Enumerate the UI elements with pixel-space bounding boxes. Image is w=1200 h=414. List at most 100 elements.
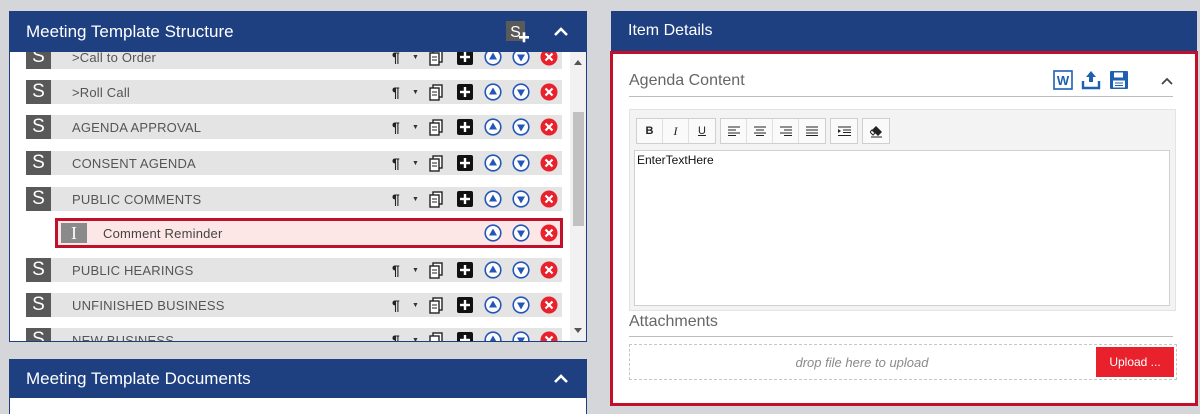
section-row-roll-call[interactable]: S >Roll Call ¶ ▼ bbox=[26, 80, 562, 104]
add-item-icon[interactable] bbox=[456, 190, 474, 208]
move-down-icon[interactable] bbox=[512, 296, 530, 314]
copy-icon[interactable] bbox=[428, 52, 446, 66]
move-down-icon[interactable] bbox=[512, 261, 530, 279]
align-left-button[interactable] bbox=[721, 119, 747, 143]
move-down-icon[interactable] bbox=[512, 52, 530, 66]
delete-icon[interactable] bbox=[540, 83, 558, 101]
add-item-icon[interactable] bbox=[456, 331, 474, 341]
delete-icon[interactable] bbox=[540, 118, 558, 136]
delete-icon[interactable] bbox=[540, 190, 558, 208]
indent-button[interactable] bbox=[831, 119, 857, 143]
row-tools: ¶ ▼ bbox=[392, 296, 558, 314]
add-item-icon[interactable] bbox=[456, 52, 474, 66]
dropdown-caret-icon[interactable]: ▼ bbox=[412, 54, 420, 61]
move-down-icon[interactable] bbox=[512, 83, 530, 101]
collapse-chevron-icon[interactable] bbox=[554, 372, 568, 386]
row-tools: ¶ ▼ bbox=[392, 154, 558, 172]
delete-icon[interactable] bbox=[540, 154, 558, 172]
item-row-comment-reminder[interactable]: I Comment Reminder bbox=[55, 218, 563, 248]
upload-icon[interactable] bbox=[1081, 70, 1101, 90]
format-icon[interactable]: ¶ bbox=[392, 297, 412, 313]
scrollbar-thumb[interactable] bbox=[573, 112, 584, 226]
move-up-icon[interactable] bbox=[484, 224, 502, 242]
upload-button[interactable]: Upload ... bbox=[1096, 347, 1174, 377]
format-icon[interactable]: ¶ bbox=[392, 262, 412, 278]
format-icon[interactable]: ¶ bbox=[392, 191, 412, 207]
structure-scrollbar[interactable] bbox=[570, 52, 586, 341]
move-down-icon[interactable] bbox=[512, 118, 530, 136]
file-dropzone[interactable]: drop file here to upload Upload ... bbox=[629, 344, 1177, 380]
copy-icon[interactable] bbox=[428, 296, 446, 314]
word-icon[interactable]: W bbox=[1053, 70, 1073, 90]
save-icon[interactable] bbox=[1109, 70, 1129, 90]
copy-icon[interactable] bbox=[428, 154, 446, 172]
copy-icon[interactable] bbox=[428, 118, 446, 136]
attachments-title: Attachments bbox=[629, 313, 718, 330]
delete-icon[interactable] bbox=[540, 331, 558, 341]
move-up-icon[interactable] bbox=[484, 118, 502, 136]
delete-icon[interactable] bbox=[540, 296, 558, 314]
move-down-icon[interactable] bbox=[512, 154, 530, 172]
clear-formatting-button[interactable] bbox=[863, 119, 889, 143]
italic-button[interactable]: I bbox=[663, 119, 689, 143]
add-item-icon[interactable] bbox=[456, 154, 474, 172]
format-icon[interactable]: ¶ bbox=[392, 52, 412, 65]
move-up-icon[interactable] bbox=[484, 331, 502, 341]
format-icon[interactable]: ¶ bbox=[392, 119, 412, 135]
delete-icon[interactable] bbox=[540, 224, 558, 242]
dropdown-caret-icon[interactable]: ▼ bbox=[412, 302, 420, 309]
section-row-public-hearings[interactable]: S PUBLIC HEARINGS ¶ ▼ bbox=[26, 258, 562, 282]
move-up-icon[interactable] bbox=[484, 296, 502, 314]
format-icon[interactable]: ¶ bbox=[392, 84, 412, 100]
move-up-icon[interactable] bbox=[484, 190, 502, 208]
scroll-up-arrow-icon[interactable] bbox=[574, 60, 582, 65]
dropdown-caret-icon[interactable]: ▼ bbox=[412, 267, 420, 274]
agenda-content-editor[interactable]: EnterTextHere bbox=[634, 150, 1170, 306]
collapse-chevron-icon[interactable] bbox=[554, 25, 568, 39]
delete-icon[interactable] bbox=[540, 261, 558, 279]
move-up-icon[interactable] bbox=[484, 154, 502, 172]
scroll-down-arrow-icon[interactable] bbox=[574, 328, 582, 333]
collapse-chevron-icon[interactable] bbox=[1161, 76, 1173, 86]
align-right-button[interactable] bbox=[773, 119, 799, 143]
move-up-icon[interactable] bbox=[484, 261, 502, 279]
add-item-icon[interactable] bbox=[456, 261, 474, 279]
copy-icon[interactable] bbox=[428, 261, 446, 279]
section-row-public-comments[interactable]: S PUBLIC COMMENTS ¶ ▼ bbox=[26, 187, 562, 211]
documents-panel-header: Meeting Template Documents bbox=[10, 360, 586, 398]
underline-button[interactable]: U bbox=[689, 119, 715, 143]
dropdown-caret-icon[interactable]: ▼ bbox=[412, 124, 420, 131]
move-up-icon[interactable] bbox=[484, 52, 502, 66]
justify-button[interactable] bbox=[799, 119, 825, 143]
section-row-new-business[interactable]: S NEW BUSINESS ¶ ▼ bbox=[26, 328, 562, 341]
add-section-icon[interactable]: S bbox=[506, 21, 530, 45]
section-row-call-to-order[interactable]: S >Call to Order ¶ ▼ bbox=[26, 52, 562, 69]
row-tools: ¶ ▼ bbox=[392, 52, 558, 66]
structure-panel-title: Meeting Template Structure bbox=[26, 22, 234, 41]
copy-icon[interactable] bbox=[428, 83, 446, 101]
copy-icon[interactable] bbox=[428, 190, 446, 208]
bold-button[interactable]: B bbox=[637, 119, 663, 143]
copy-icon[interactable] bbox=[428, 331, 446, 341]
dropdown-caret-icon[interactable]: ▼ bbox=[412, 89, 420, 96]
dropdown-caret-icon[interactable]: ▼ bbox=[412, 196, 420, 203]
align-center-button[interactable] bbox=[747, 119, 773, 143]
move-down-icon[interactable] bbox=[512, 190, 530, 208]
dropdown-caret-icon[interactable]: ▼ bbox=[412, 337, 420, 342]
move-down-icon[interactable] bbox=[512, 224, 530, 242]
section-row-consent-agenda[interactable]: S CONSENT AGENDA ¶ ▼ bbox=[26, 151, 562, 175]
delete-icon[interactable] bbox=[540, 52, 558, 66]
meeting-template-documents-panel: Meeting Template Documents bbox=[9, 359, 587, 414]
section-row-agenda-approval[interactable]: S AGENDA APPROVAL ¶ ▼ bbox=[26, 115, 562, 139]
rich-text-editor: B I U EnterTextHere bbox=[629, 109, 1176, 311]
item-details-panel: Item Details bbox=[611, 11, 1197, 54]
format-icon[interactable]: ¶ bbox=[392, 155, 412, 171]
dropdown-caret-icon[interactable]: ▼ bbox=[412, 160, 420, 167]
format-icon[interactable]: ¶ bbox=[392, 332, 412, 341]
move-down-icon[interactable] bbox=[512, 331, 530, 341]
move-up-icon[interactable] bbox=[484, 83, 502, 101]
add-item-icon[interactable] bbox=[456, 118, 474, 136]
section-row-unfinished-business[interactable]: S UNFINISHED BUSINESS ¶ ▼ bbox=[26, 293, 562, 317]
add-item-icon[interactable] bbox=[456, 296, 474, 314]
add-item-icon[interactable] bbox=[456, 83, 474, 101]
